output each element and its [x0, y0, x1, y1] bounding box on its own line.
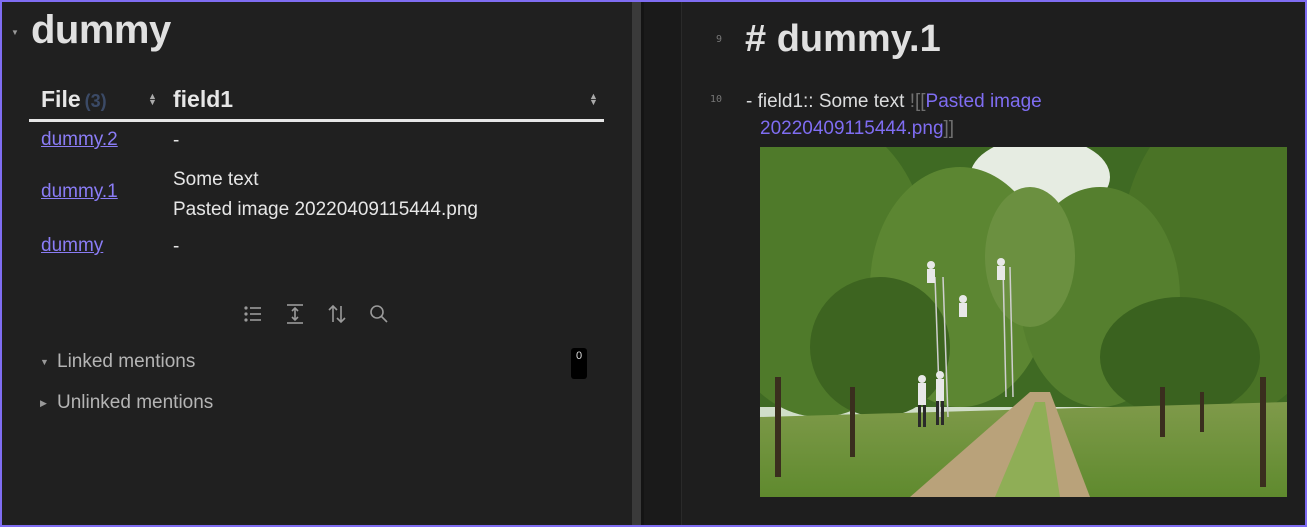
embed-link-line2[interactable]: 20220409115444.png	[760, 118, 944, 139]
linked-mentions-count: 0	[571, 348, 587, 379]
column-header-file[interactable]: File (3)	[41, 86, 107, 113]
field1-value-line1: Some text	[173, 169, 259, 190]
orchard-photo	[760, 147, 1287, 497]
markdown-heading[interactable]: # dummy.1	[745, 18, 941, 61]
line-number: 9	[716, 34, 723, 45]
line-gutter	[644, 2, 682, 525]
field1-value-line2: Pasted image 20220409115444.png	[173, 199, 478, 220]
markdown-field-line[interactable]: - field1:: Some text ![[Pasted image 202…	[746, 88, 1286, 142]
page-title: dummy	[31, 8, 171, 52]
list-icon[interactable]	[242, 302, 264, 326]
pane-resize-handle[interactable]	[632, 2, 641, 525]
column-header-field1[interactable]: field1	[173, 86, 233, 113]
unlinked-mentions-label: Unlinked mentions	[57, 392, 214, 413]
field-text: - field1:: Some text	[746, 91, 910, 112]
embed-open-brackets: ![[	[909, 91, 926, 112]
chevron-down-icon: ▼	[40, 357, 49, 367]
column-header-file-label: File	[41, 86, 81, 112]
sort-icon[interactable]	[326, 302, 348, 326]
file-link-dummy[interactable]: dummy	[41, 235, 103, 257]
sort-field1-icon[interactable]: ▲ ▼	[589, 92, 598, 107]
table-row: dummy.1 Some text Pasted image 202204091…	[29, 165, 604, 227]
line-number: 10	[710, 94, 723, 105]
table-row: dummy.2 -	[29, 122, 604, 165]
preview-pane: ▼ dummy File (3) ▲ ▼ field1 ▲ ▼ dummy.2 - d…	[2, 2, 632, 525]
linked-mentions-label: Linked mentions	[57, 351, 196, 372]
field1-value: -	[173, 130, 180, 151]
expand-vertical-icon[interactable]	[284, 302, 306, 326]
editor-pane: 9 10 # dummy.1 - field1:: Some text ![[P…	[644, 2, 1305, 525]
embed-link-line1[interactable]: Pasted image	[926, 91, 1042, 112]
search-icon[interactable]	[368, 302, 390, 326]
embed-close-brackets: ]]	[943, 118, 955, 139]
embedded-image	[760, 147, 1287, 497]
backlinks-toolbar	[242, 302, 402, 328]
file-link-dummy-2[interactable]: dummy.2	[41, 129, 118, 151]
file-link-dummy-1[interactable]: dummy.1	[41, 181, 118, 203]
sort-file-icon[interactable]: ▲ ▼	[148, 92, 157, 107]
dataview-table: File (3) ▲ ▼ field1 ▲ ▼ dummy.2 - dummy.1 S…	[29, 80, 604, 267]
table-header-row: File (3) ▲ ▼ field1 ▲ ▼	[29, 80, 604, 122]
collapse-title-icon[interactable]: ▼	[11, 28, 19, 37]
field1-value: -	[173, 236, 180, 257]
chevron-right-icon: ▶	[40, 398, 47, 408]
table-row: dummy -	[29, 227, 604, 267]
file-count: (3)	[84, 91, 107, 111]
